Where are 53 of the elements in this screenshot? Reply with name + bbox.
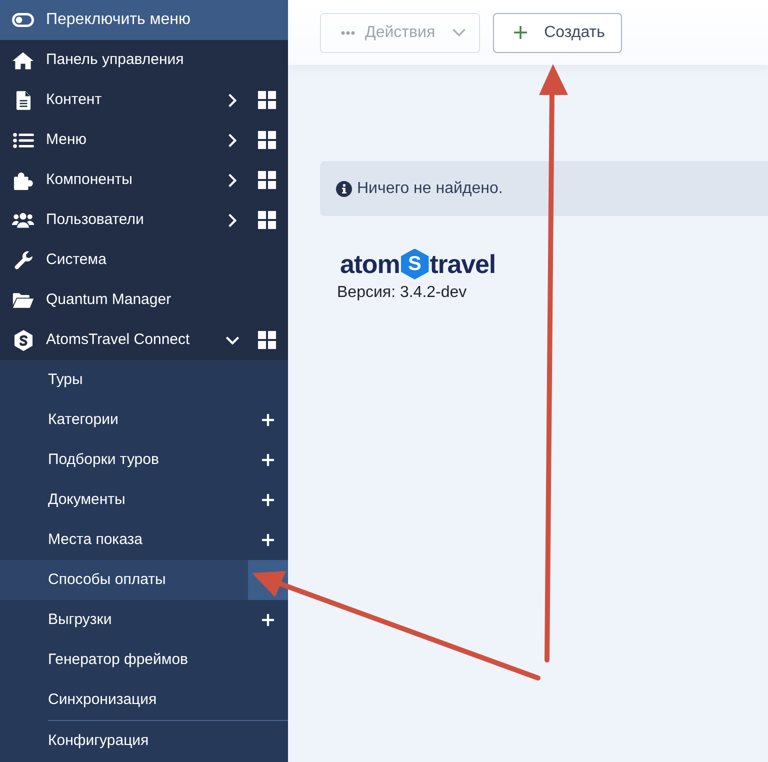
document-icon [16, 90, 30, 110]
submenu-item[interactable]: Подборки туров [0, 440, 248, 480]
submenu-item[interactable]: Выгрузки [0, 600, 248, 640]
sidebar-item[interactable]: Пользователи [0, 200, 224, 240]
puzzle-icon [12, 170, 34, 190]
plus-icon[interactable] [262, 614, 274, 626]
alert-message: Ничего не найдено. [357, 178, 503, 198]
submenu-item[interactable]: Места показа [0, 520, 248, 560]
users-icon [12, 211, 34, 229]
submenu-item[interactable]: Документы [0, 480, 248, 520]
chevron-down-icon [451, 28, 468, 37]
grid-icon[interactable] [258, 211, 276, 229]
sidebar-item[interactable]: Quantum Manager [0, 280, 288, 320]
sidebar-item[interactable]: AtomsTravel Connect [0, 320, 224, 360]
submenu-item[interactable]: Туры [0, 360, 248, 400]
grid-icon[interactable] [258, 131, 276, 149]
more-dots-icon [341, 30, 355, 34]
plus-icon[interactable] [262, 414, 274, 426]
logo-text: travel [430, 251, 496, 277]
version-text: Версия: 3.4.2-dev [337, 283, 467, 303]
hexagon-logo-icon [14, 330, 32, 350]
submenu-item[interactable]: Синхронизация [0, 680, 248, 720]
sidebar-item[interactable]: Контент [0, 80, 224, 120]
plus-icon [514, 26, 528, 39]
chevron-right-icon[interactable] [228, 92, 236, 108]
logo-text: atom [340, 251, 400, 277]
grid-icon[interactable] [258, 331, 276, 349]
submenu-item[interactable]: Категории [0, 400, 248, 440]
grid-icon[interactable] [258, 91, 276, 109]
home-icon [12, 50, 34, 70]
sidebar-item[interactable]: Панель управления [0, 40, 288, 80]
submenu-item[interactable]: Способы оплаты [0, 560, 248, 600]
chevron-right-icon[interactable] [228, 132, 236, 148]
plus-icon[interactable] [262, 534, 274, 546]
submenu-item[interactable]: Генератор фреймов [0, 640, 248, 680]
chevron-right-icon[interactable] [228, 212, 236, 228]
submenu-item[interactable]: Конфигурация [0, 721, 248, 761]
sidebar-item[interactable]: Компоненты [0, 160, 224, 200]
chevron-right-icon[interactable] [228, 172, 236, 188]
logo-mark: S [400, 248, 429, 280]
chevron-down-icon[interactable] [224, 336, 240, 344]
list-icon [12, 132, 34, 148]
info-icon [336, 180, 352, 196]
toggle-icon [12, 13, 34, 27]
wrench-icon [14, 250, 32, 270]
sidebar-item[interactable]: Меню [0, 120, 224, 160]
grid-icon[interactable] [258, 171, 276, 189]
folder-icon [12, 292, 34, 308]
sidebar-item[interactable]: Система [0, 240, 288, 280]
toggle-menu-button[interactable]: Переключить меню [0, 0, 288, 40]
plus-icon[interactable] [262, 454, 274, 466]
create-button[interactable]: Создать [493, 12, 622, 52]
plus-icon[interactable] [262, 494, 274, 506]
